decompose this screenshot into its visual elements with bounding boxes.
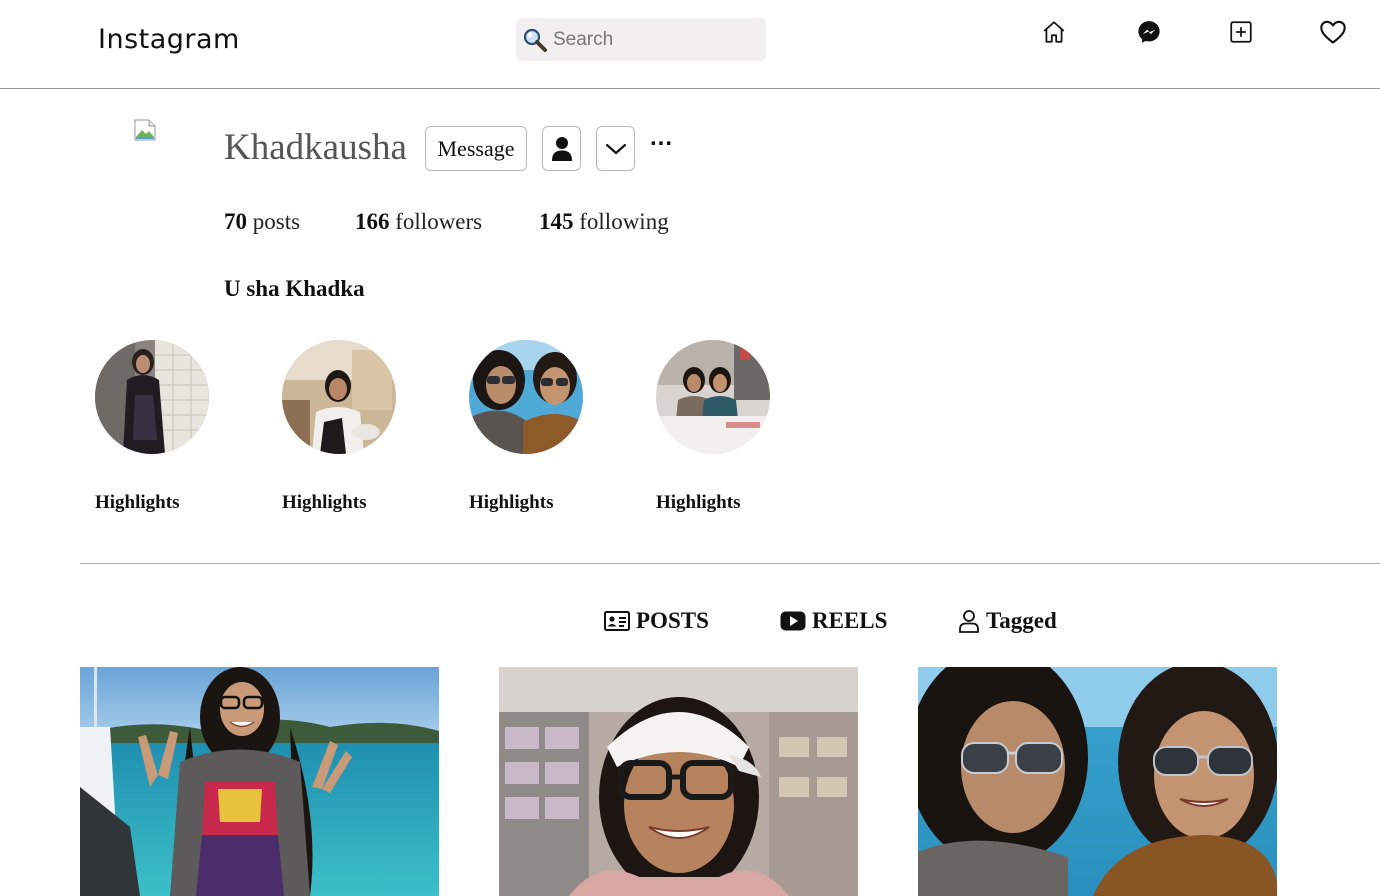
highlight-4[interactable] xyxy=(656,340,770,454)
top-nav-bar: Instagram xyxy=(0,0,1380,89)
highlight-2[interactable] xyxy=(282,340,396,454)
stat-followers[interactable]: 166 followers xyxy=(355,209,482,235)
highlight-3[interactable] xyxy=(469,340,583,454)
tab-tagged[interactable]: Tagged xyxy=(958,606,1057,636)
tab-reels-label: REELS xyxy=(812,608,888,633)
highlight-4-label: Highlights xyxy=(656,492,741,513)
chevron-down-icon xyxy=(605,143,626,154)
post-1-photo xyxy=(80,667,439,896)
stat-posts[interactable]: 70 posts xyxy=(224,209,300,235)
instagram-logo[interactable]: Instagram xyxy=(98,24,240,55)
messenger-icon[interactable] xyxy=(1135,18,1163,46)
search-input[interactable] xyxy=(553,18,758,61)
tab-reels[interactable]: REELS xyxy=(780,606,887,636)
home-icon[interactable] xyxy=(1040,18,1068,46)
profile-picture[interactable] xyxy=(133,118,157,142)
section-divider xyxy=(80,563,1380,564)
stat-following[interactable]: 145 following xyxy=(539,209,669,235)
post-2-photo xyxy=(499,667,858,896)
highlight-4-photo xyxy=(656,340,770,454)
person-icon xyxy=(551,136,572,161)
search-box[interactable] xyxy=(516,18,766,61)
post-3-photo xyxy=(918,667,1277,896)
tab-tagged-label: Tagged xyxy=(986,608,1057,633)
search-icon xyxy=(523,28,547,52)
highlight-1-label: Highlights xyxy=(95,492,180,513)
highlight-1[interactable] xyxy=(95,340,209,454)
highlight-2-photo xyxy=(282,340,396,454)
play-icon xyxy=(780,611,806,631)
message-button[interactable]: Message xyxy=(425,126,527,171)
tab-posts-label: POSTS xyxy=(636,608,709,633)
follow-status-button[interactable] xyxy=(542,126,581,171)
highlight-1-photo xyxy=(95,340,209,454)
tab-posts[interactable]: POSTS xyxy=(604,606,709,636)
profile-full-name: U sha Khadka xyxy=(224,276,365,301)
new-post-icon[interactable] xyxy=(1227,18,1255,46)
post-thumbnail-1[interactable] xyxy=(80,667,439,896)
contact-card-icon xyxy=(604,611,630,631)
post-thumbnail-3[interactable] xyxy=(918,667,1277,896)
highlight-3-photo xyxy=(469,340,583,454)
person-outline-icon xyxy=(959,610,979,633)
profile-username: Khadkausha xyxy=(224,127,407,168)
suggested-accounts-button[interactable] xyxy=(596,126,635,171)
highlight-3-label: Highlights xyxy=(469,492,554,513)
post-thumbnail-2[interactable] xyxy=(499,667,858,896)
heart-icon[interactable] xyxy=(1319,18,1347,46)
more-options-button[interactable]: ... xyxy=(650,124,673,152)
highlight-2-label: Highlights xyxy=(282,492,367,513)
